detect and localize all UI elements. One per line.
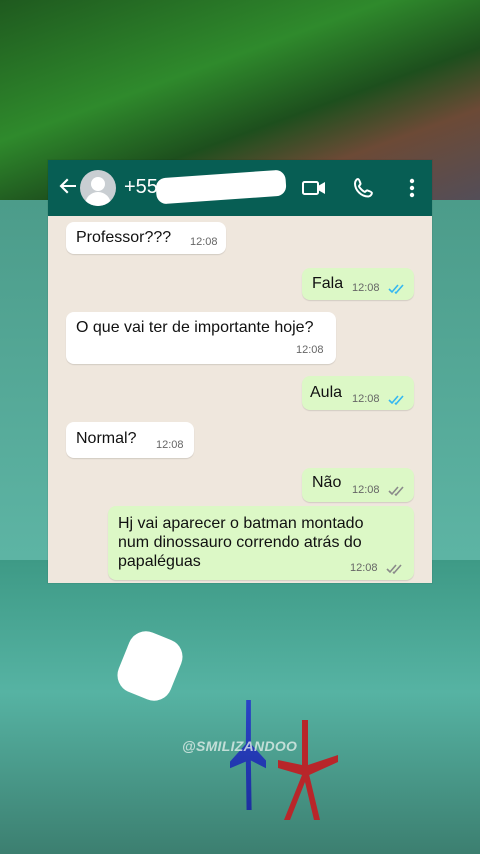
more-vert-icon[interactable] xyxy=(398,174,426,202)
message-bubble[interactable]: Normal? 12:08 xyxy=(66,422,194,458)
message-text: Aula xyxy=(310,384,343,401)
message-bubble[interactable]: Professor??? 12:08 xyxy=(66,222,226,254)
double-check-read-icon xyxy=(388,391,406,409)
avatar-body xyxy=(85,192,111,206)
message-text: Professor??? xyxy=(76,229,172,246)
double-check-read-icon xyxy=(388,280,406,298)
message-text: O que vai ter de importante hoje? xyxy=(76,319,314,336)
chat-screenshot: +55 Professor??? 12:08 Fala 12:08 O que … xyxy=(48,160,432,583)
background-bottom xyxy=(0,560,480,854)
message-text: Fala xyxy=(312,275,344,292)
message-bubble[interactable]: Fala 12:08 xyxy=(302,268,414,300)
phone-icon[interactable] xyxy=(350,174,378,202)
avatar-head xyxy=(91,177,105,191)
chat-header: +55 xyxy=(48,160,432,216)
chat-area: Professor??? 12:08 Fala 12:08 O que vai … xyxy=(48,216,432,583)
watermark: @SMILIZANDOO xyxy=(182,738,298,754)
message-text: Não xyxy=(312,474,342,491)
message-time: 12:08 xyxy=(350,562,378,574)
message-time: 12:08 xyxy=(190,236,218,248)
contact-name[interactable]: +55 xyxy=(124,176,158,198)
message-text: Normal? xyxy=(76,430,137,447)
redacted-number xyxy=(155,169,287,205)
message-time: 12:08 xyxy=(296,344,324,356)
message-bubble[interactable]: Hj vai aparecer o batman montado num din… xyxy=(108,506,414,580)
message-time: 12:08 xyxy=(156,439,184,451)
double-check-delivered-icon xyxy=(386,560,404,578)
video-call-icon[interactable] xyxy=(300,174,328,202)
message-bubble[interactable]: Não 12:08 xyxy=(302,468,414,502)
message-time: 12:08 xyxy=(352,393,380,405)
double-check-delivered-icon xyxy=(388,482,406,500)
avatar[interactable] xyxy=(80,170,116,206)
message-time: 12:08 xyxy=(352,282,380,294)
back-arrow-icon[interactable] xyxy=(58,176,78,200)
message-time: 12:08 xyxy=(352,484,380,496)
message-bubble[interactable]: Aula 12:08 xyxy=(302,376,414,410)
message-bubble[interactable]: O que vai ter de importante hoje? 12:08 xyxy=(66,312,336,364)
